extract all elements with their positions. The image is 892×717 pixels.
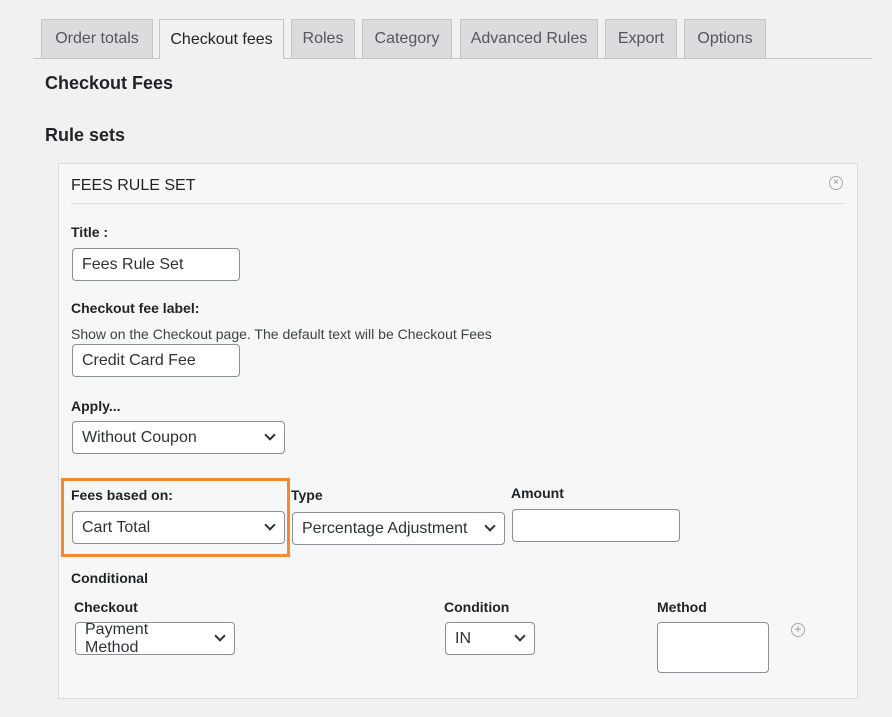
conditional-label: Conditional xyxy=(71,570,148,586)
fee-label-description: Show on the Checkout page. The default t… xyxy=(71,326,492,342)
page-title: Checkout Fees xyxy=(45,73,174,93)
chevron-down-icon xyxy=(214,630,226,642)
fees-based-on-label: Fees based on: xyxy=(71,487,173,503)
tab-export[interactable]: Export xyxy=(605,19,677,58)
title-input[interactable] xyxy=(72,248,240,281)
amount-input[interactable] xyxy=(512,509,680,542)
section-title: Rule sets xyxy=(45,125,126,145)
chevron-down-icon xyxy=(514,630,526,642)
apply-select-value: Without Coupon xyxy=(82,428,197,446)
checkout-select[interactable]: Payment Method xyxy=(75,620,235,656)
fee-label-label: Checkout fee label: xyxy=(71,300,200,316)
condition-select-value: IN xyxy=(455,629,471,647)
panel-header: FEES RULE SET × xyxy=(71,164,845,204)
tab-advanced-rules[interactable]: Advanced Rules xyxy=(460,19,598,58)
fees-based-on-select[interactable]: Cart Total xyxy=(72,511,285,544)
apply-select[interactable]: Without Coupon xyxy=(72,421,285,454)
condition-select[interactable]: IN xyxy=(445,622,535,655)
chevron-down-icon xyxy=(264,429,276,441)
settings-tabs: Order totals Checkout fees Roles Categor… xyxy=(0,0,872,59)
tab-options[interactable]: Options xyxy=(684,19,766,58)
method-label: Method xyxy=(657,599,707,615)
tab-roles[interactable]: Roles xyxy=(291,19,355,58)
type-label: Type xyxy=(291,487,323,503)
type-select-value: Percentage Adjustment xyxy=(302,519,468,537)
checkout-select-value: Payment Method xyxy=(85,620,149,656)
tab-category[interactable]: Category xyxy=(362,19,452,58)
add-condition-icon[interactable]: + xyxy=(791,623,805,637)
chevron-down-icon xyxy=(264,519,276,531)
tab-order-totals[interactable]: Order totals xyxy=(41,19,153,58)
checkout-label: Checkout xyxy=(74,599,138,615)
fees-based-on-value: Cart Total xyxy=(82,518,151,536)
title-label: Title : xyxy=(71,224,109,240)
amount-label: Amount xyxy=(511,485,564,501)
close-icon[interactable]: × xyxy=(829,176,843,190)
apply-label: Apply... xyxy=(71,398,121,414)
chevron-down-icon xyxy=(484,520,496,532)
type-select[interactable]: Percentage Adjustment xyxy=(292,512,505,545)
panel-title: FEES RULE SET xyxy=(71,177,196,194)
tab-checkout-fees[interactable]: Checkout fees xyxy=(159,19,284,59)
method-multiselect[interactable] xyxy=(657,622,769,673)
condition-label: Condition xyxy=(444,599,510,615)
fee-label-input[interactable] xyxy=(72,344,240,377)
